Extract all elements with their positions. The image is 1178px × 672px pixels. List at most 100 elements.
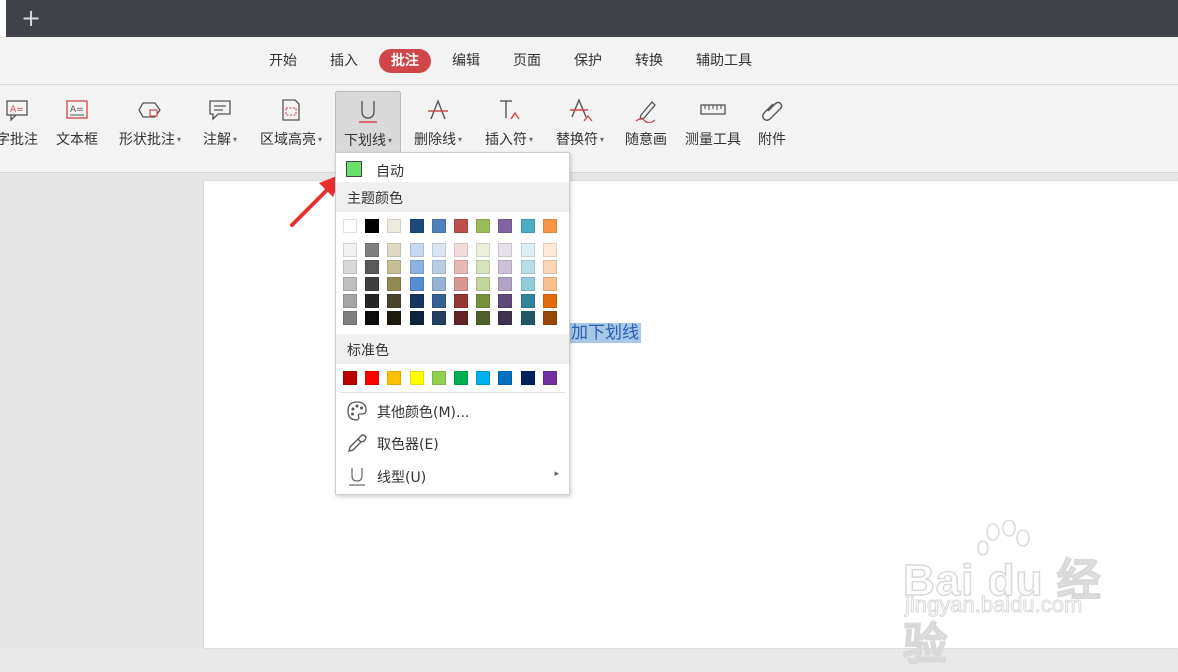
tab-page[interactable]: 页面 bbox=[511, 49, 543, 73]
standard-color-swatch[interactable] bbox=[387, 371, 402, 385]
tab-accessibility-tools[interactable]: 辅助工具 bbox=[694, 49, 754, 73]
theme-shade-swatch[interactable] bbox=[387, 243, 402, 257]
theme-shade-swatch[interactable] bbox=[476, 311, 491, 325]
theme-color-swatch[interactable] bbox=[476, 219, 491, 233]
theme-shade-swatch[interactable] bbox=[365, 311, 380, 325]
theme-shade-swatch[interactable] bbox=[431, 311, 446, 325]
theme-shade-swatch[interactable] bbox=[431, 243, 446, 257]
shape-comment-tool[interactable]: 形状批注 ▾ bbox=[112, 91, 188, 153]
theme-shade-swatch[interactable] bbox=[365, 243, 380, 257]
replace-caret-tool[interactable]: 替换符 ▾ bbox=[549, 91, 611, 153]
theme-shade-swatch[interactable] bbox=[498, 243, 513, 257]
theme-shade-swatch[interactable] bbox=[431, 277, 446, 291]
line-style-item[interactable]: 线型(U) ▸ bbox=[336, 461, 569, 491]
line-style-label: 线型(U) bbox=[377, 470, 427, 486]
theme-shade-swatch[interactable] bbox=[343, 260, 357, 274]
standard-color-swatch[interactable] bbox=[454, 371, 468, 385]
theme-shade-swatch[interactable] bbox=[343, 243, 357, 257]
theme-shade-swatch[interactable] bbox=[343, 294, 357, 308]
theme-color-swatch[interactable] bbox=[520, 219, 535, 233]
theme-shade-swatch[interactable] bbox=[520, 260, 535, 274]
standard-color-swatch[interactable] bbox=[365, 371, 380, 385]
theme-shade-swatch[interactable] bbox=[343, 311, 357, 325]
theme-shade-swatch[interactable] bbox=[409, 277, 424, 291]
theme-shade-swatch[interactable] bbox=[343, 277, 357, 291]
theme-color-swatch[interactable] bbox=[365, 219, 380, 233]
theme-shade-swatch[interactable] bbox=[498, 294, 513, 308]
underline-tool[interactable]: 下划线 ▾ bbox=[335, 91, 401, 155]
note-tool[interactable]: 注解 ▾ bbox=[196, 91, 244, 153]
theme-color-swatch[interactable] bbox=[409, 219, 424, 233]
theme-shade-swatch[interactable] bbox=[365, 260, 380, 274]
tab-convert[interactable]: 转换 bbox=[633, 49, 665, 73]
theme-shade-swatch[interactable] bbox=[365, 277, 380, 291]
theme-color-swatch[interactable] bbox=[431, 219, 446, 233]
theme-shade-swatch[interactable] bbox=[431, 260, 446, 274]
more-colors-item[interactable]: 其他颜色(M)... bbox=[336, 396, 569, 426]
theme-color-swatch[interactable] bbox=[343, 219, 357, 233]
theme-shade-swatch[interactable] bbox=[476, 243, 491, 257]
area-highlight-tool[interactable]: 区域高亮 ▾ bbox=[253, 91, 329, 153]
eyedropper-item[interactable]: 取色器(E) bbox=[336, 428, 569, 458]
standard-color-swatch[interactable] bbox=[498, 371, 513, 385]
theme-shade-swatch[interactable] bbox=[454, 277, 468, 291]
insert-caret-tool[interactable]: 插入符 ▾ bbox=[478, 91, 540, 153]
theme-shade-swatch[interactable] bbox=[387, 311, 402, 325]
freehand-tool[interactable]: 随意画 bbox=[620, 91, 672, 153]
theme-shade-swatch[interactable] bbox=[365, 294, 380, 308]
theme-shade-swatch[interactable] bbox=[542, 311, 557, 325]
theme-shade-swatch[interactable] bbox=[409, 260, 424, 274]
theme-color-swatch[interactable] bbox=[498, 219, 513, 233]
theme-shade-swatch[interactable] bbox=[431, 294, 446, 308]
auto-color-option[interactable]: 自动 bbox=[336, 157, 569, 183]
theme-color-swatch[interactable] bbox=[387, 219, 402, 233]
standard-color-swatch[interactable] bbox=[476, 371, 491, 385]
theme-shade-swatch[interactable] bbox=[387, 260, 402, 274]
standard-color-swatch[interactable] bbox=[520, 371, 535, 385]
tab-insert[interactable]: 插入 bbox=[328, 49, 360, 73]
tab-edit[interactable]: 编辑 bbox=[450, 49, 482, 73]
theme-shade-swatch[interactable] bbox=[520, 294, 535, 308]
text-comment-tool[interactable]: A= 字批注 bbox=[0, 91, 44, 153]
standard-color-swatch[interactable] bbox=[409, 371, 424, 385]
theme-shade-swatch[interactable] bbox=[542, 277, 557, 291]
theme-shade-swatch[interactable] bbox=[542, 243, 557, 257]
tab-protect[interactable]: 保护 bbox=[572, 49, 604, 73]
theme-shade-swatch[interactable] bbox=[498, 260, 513, 274]
tab-annotate[interactable]: 批注 bbox=[379, 49, 431, 73]
underline-label: 下划线 ▾ bbox=[343, 133, 392, 149]
theme-color-swatch[interactable] bbox=[542, 219, 557, 233]
theme-shade-swatch[interactable] bbox=[454, 294, 468, 308]
highlighted-document-text[interactable]: 加下划线 bbox=[569, 323, 641, 343]
theme-shade-swatch[interactable] bbox=[476, 277, 491, 291]
measure-tool[interactable]: 测量工具 bbox=[681, 91, 745, 153]
standard-color-swatch[interactable] bbox=[542, 371, 557, 385]
theme-shade-swatch[interactable] bbox=[409, 243, 424, 257]
strikethrough-tool[interactable]: 删除线 ▾ bbox=[408, 91, 468, 153]
theme-shade-swatch[interactable] bbox=[454, 260, 468, 274]
theme-shade-swatch[interactable] bbox=[387, 277, 402, 291]
standard-color-swatch[interactable] bbox=[343, 371, 357, 385]
theme-shade-swatch[interactable] bbox=[520, 277, 535, 291]
theme-color-swatch[interactable] bbox=[454, 219, 468, 233]
attachment-tool[interactable]: 附件 bbox=[752, 91, 792, 153]
theme-shade-swatch[interactable] bbox=[542, 294, 557, 308]
theme-shade-swatch[interactable] bbox=[498, 277, 513, 291]
theme-shade-swatch[interactable] bbox=[409, 311, 424, 325]
tab-start[interactable]: 开始 bbox=[267, 49, 299, 73]
theme-shade-swatch[interactable] bbox=[387, 294, 402, 308]
standard-color-swatch[interactable] bbox=[431, 371, 446, 385]
text-box-tool[interactable]: A= 文本框 bbox=[52, 91, 102, 153]
theme-shade-swatch[interactable] bbox=[476, 294, 491, 308]
theme-shade-swatch[interactable] bbox=[454, 311, 468, 325]
attachment-label: 附件 bbox=[758, 132, 786, 148]
theme-shade-swatch[interactable] bbox=[520, 243, 535, 257]
theme-shade-swatch[interactable] bbox=[520, 311, 535, 325]
theme-shade-swatch[interactable] bbox=[498, 311, 513, 325]
theme-shade-swatch[interactable] bbox=[542, 260, 557, 274]
theme-shade-swatch[interactable] bbox=[409, 294, 424, 308]
plus-icon[interactable]: + bbox=[21, 5, 41, 31]
theme-shade-swatch[interactable] bbox=[476, 260, 491, 274]
text-box-icon: A= bbox=[66, 100, 88, 119]
theme-shade-swatch[interactable] bbox=[454, 243, 468, 257]
